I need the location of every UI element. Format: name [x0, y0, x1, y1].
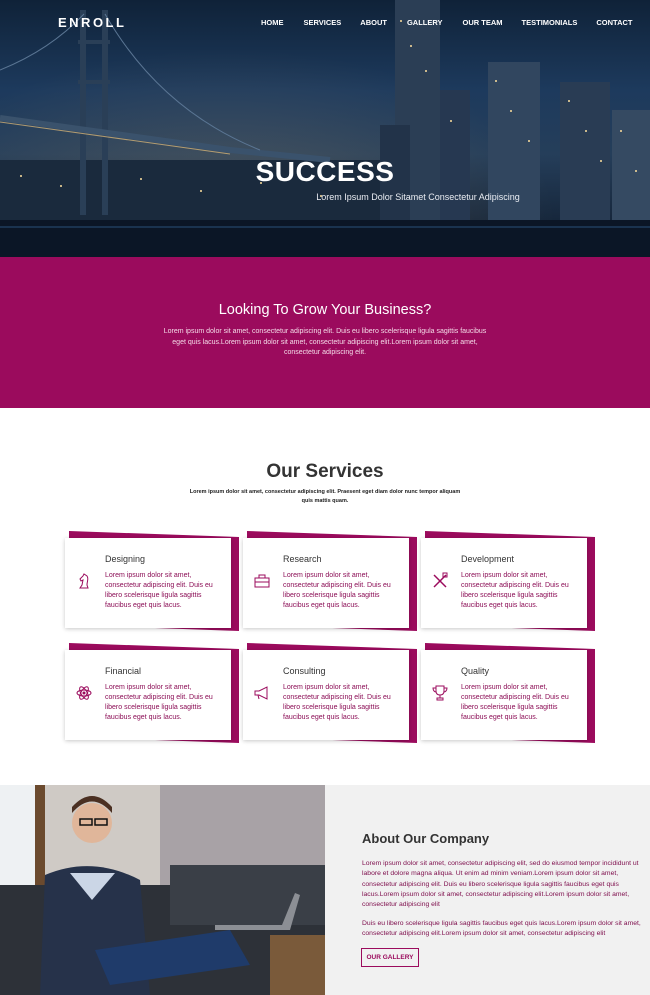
card-title: Financial [105, 666, 142, 676]
service-card-development[interactable]: Development Lorem ipsum dolor sit amet, … [421, 531, 595, 632]
grow-text: Lorem ipsum dolor sit amet, consectetur … [163, 328, 487, 356]
nav-our-team[interactable]: OUR TEAM [463, 18, 503, 27]
card-body: Consulting Lorem ipsum dolor sit amet, c… [243, 650, 409, 740]
hero-subtitle: Lorem Ipsum Dolor Sitamet Consectetur Ad… [316, 192, 520, 202]
card-body: Development Lorem ipsum dolor sit amet, … [421, 538, 587, 628]
brand-logo[interactable]: ENROLL [58, 15, 126, 30]
main-nav: HOME SERVICES ABOUT GALLERY OUR TEAM TES… [252, 18, 632, 27]
nav-contact[interactable]: CONTACT [596, 18, 632, 27]
services-subtitle: Lorem ipsum dolor sit amet, consectetur … [189, 489, 461, 504]
card-body: Designing Lorem ipsum dolor sit amet, co… [65, 538, 231, 628]
card-text: Lorem ipsum dolor sit amet, consectetur … [461, 572, 569, 609]
man-with-laptop-image [0, 785, 325, 995]
services-title: Our Services [266, 461, 384, 482]
card-title: Consulting [283, 666, 326, 676]
nav-gallery[interactable]: GALLERY [407, 18, 443, 27]
card-title: Quality [461, 666, 490, 676]
about-paragraph-2: Duis eu libero scelerisque ligula sagitt… [362, 920, 641, 938]
megaphone-icon [254, 686, 268, 700]
nav-about[interactable]: ABOUT [360, 18, 387, 27]
atom-icon [76, 686, 92, 700]
about-paragraph-1: Lorem ipsum dolor sit amet, consectetur … [362, 860, 639, 909]
card-title: Designing [105, 554, 146, 564]
card-text: Lorem ipsum dolor sit amet, consectetur … [461, 684, 569, 721]
card-body: Research Lorem ipsum dolor sit amet, con… [243, 538, 409, 628]
about-photo [0, 785, 325, 995]
briefcase-icon [254, 574, 270, 588]
card-title: Research [283, 554, 322, 564]
card-text: Lorem ipsum dolor sit amet, consectetur … [105, 684, 213, 721]
city-skyline-image [0, 0, 650, 257]
nav-services[interactable]: SERVICES [304, 18, 342, 27]
card-text: Lorem ipsum dolor sit amet, consectetur … [283, 684, 391, 721]
nav-testimonials[interactable]: TESTIMONIALS [522, 18, 578, 27]
about-title: About Our Company [362, 831, 490, 846]
card-title: Development [461, 554, 515, 564]
card-text: Lorem ipsum dolor sit amet, consectetur … [283, 572, 391, 609]
hero-section: ENROLL HOME SERVICES ABOUT GALLERY OUR T… [0, 0, 650, 257]
our-gallery-button[interactable]: OUR GALLERY [361, 948, 419, 967]
service-card-research[interactable]: Research Lorem ipsum dolor sit amet, con… [243, 531, 417, 632]
service-card-designing[interactable]: Designing Lorem ipsum dolor sit amet, co… [65, 531, 239, 632]
grow-business-section: Looking To Grow Your Business? Lorem ips… [0, 257, 650, 408]
about-section: About Our Company Lorem ipsum dolor sit … [325, 785, 650, 995]
hero-title: SUCCESS [255, 156, 395, 187]
nav-home[interactable]: HOME [261, 18, 284, 27]
card-body: Financial Lorem ipsum dolor sit amet, co… [65, 650, 231, 740]
grow-title: Looking To Grow Your Business? [218, 302, 432, 318]
tools-icon [433, 572, 448, 588]
card-body: Quality Lorem ipsum dolor sit amet, cons… [421, 650, 587, 740]
service-card-consulting[interactable]: Consulting Lorem ipsum dolor sit amet, c… [243, 643, 417, 744]
service-card-quality[interactable]: Quality Lorem ipsum dolor sit amet, cons… [421, 643, 595, 744]
trophy-icon [432, 685, 448, 701]
card-text: Lorem ipsum dolor sit amet, consectetur … [105, 572, 213, 609]
service-card-financial[interactable]: Financial Lorem ipsum dolor sit amet, co… [65, 643, 239, 744]
chess-knight-icon [79, 573, 89, 589]
